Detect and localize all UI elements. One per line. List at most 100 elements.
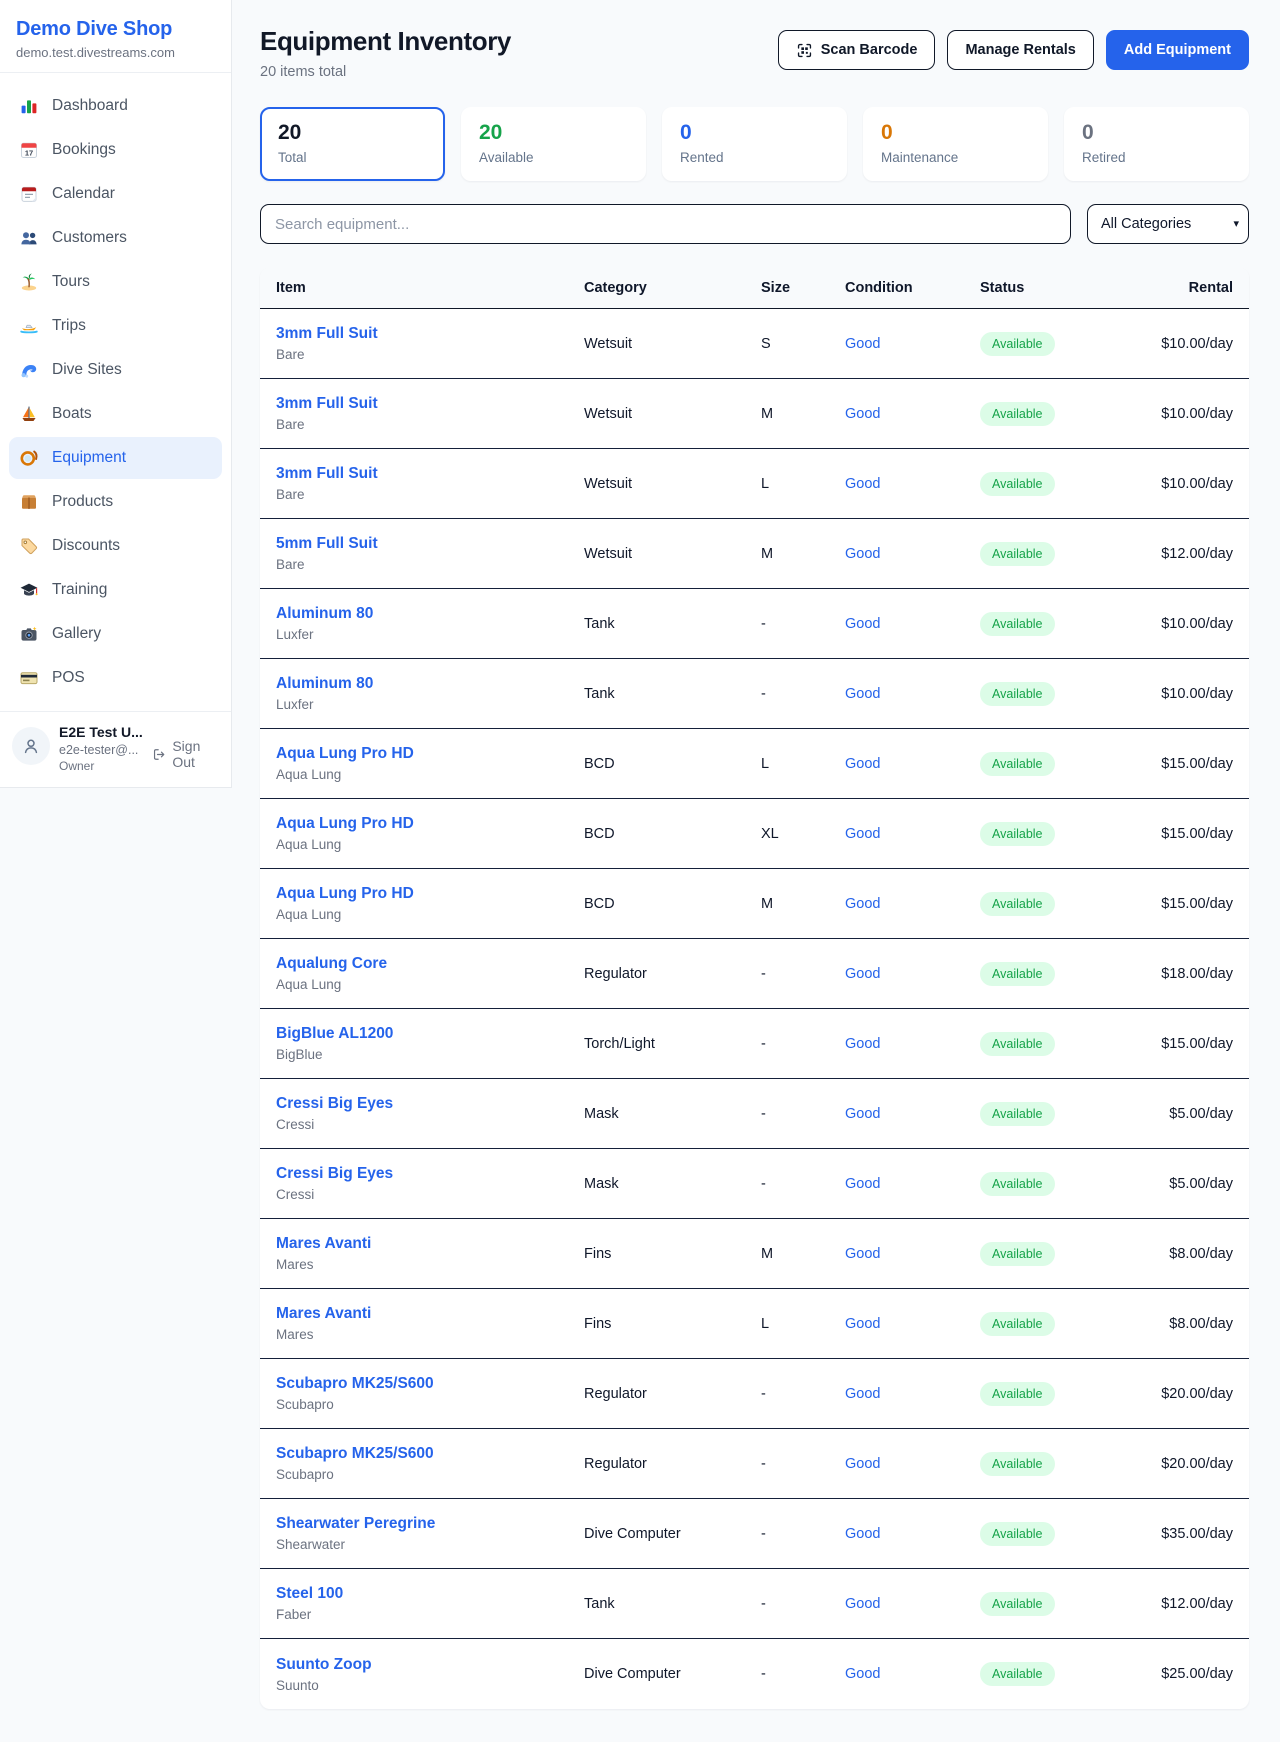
item-condition-link[interactable]: Good bbox=[845, 1526, 980, 1542]
item-name-link[interactable]: Steel 100 bbox=[276, 1585, 584, 1603]
sidebar-item-products[interactable]: Products bbox=[9, 481, 222, 523]
sidebar-item-calendar[interactable]: Calendar bbox=[9, 173, 222, 215]
item-size: - bbox=[761, 686, 845, 702]
stat-value: 0 bbox=[1082, 121, 1231, 145]
item-name-link[interactable]: 3mm Full Suit bbox=[276, 395, 584, 413]
category-select[interactable]: All Categories bbox=[1087, 204, 1249, 244]
item-name-link[interactable]: Shearwater Peregrine bbox=[276, 1515, 584, 1533]
stat-card-total[interactable]: 20 Total bbox=[260, 107, 445, 181]
item-size: S bbox=[761, 336, 845, 352]
table-row: Aqua Lung Pro HD Aqua Lung BCD XL Good A… bbox=[260, 799, 1249, 869]
item-condition-link[interactable]: Good bbox=[845, 336, 980, 352]
item-condition-link[interactable]: Good bbox=[845, 1666, 980, 1682]
item-condition-link[interactable]: Good bbox=[845, 546, 980, 562]
table-row: Aqualung Core Aqua Lung Regulator - Good… bbox=[260, 939, 1249, 1009]
item-brand: Scubapro bbox=[276, 1397, 584, 1412]
item-name-link[interactable]: 3mm Full Suit bbox=[276, 325, 584, 343]
item-condition-link[interactable]: Good bbox=[845, 1176, 980, 1192]
item-condition-link[interactable]: Good bbox=[845, 966, 980, 982]
item-name-link[interactable]: Mares Avanti bbox=[276, 1235, 584, 1253]
item-condition-link[interactable]: Good bbox=[845, 616, 980, 632]
column-rental: Rental bbox=[1140, 280, 1233, 296]
item-condition-link[interactable]: Good bbox=[845, 1386, 980, 1402]
item-condition-link[interactable]: Good bbox=[845, 1036, 980, 1052]
search-row: All Categories ▾ bbox=[260, 204, 1249, 244]
sidebar-item-pos[interactable]: POS bbox=[9, 657, 222, 699]
stat-card-retired[interactable]: 0 Retired bbox=[1064, 107, 1249, 181]
item-name-link[interactable]: Aqua Lung Pro HD bbox=[276, 885, 584, 903]
status-badge: Available bbox=[980, 752, 1055, 776]
item-condition-link[interactable]: Good bbox=[845, 476, 980, 492]
status-badge: Available bbox=[980, 1032, 1055, 1056]
item-condition-link[interactable]: Good bbox=[845, 756, 980, 772]
item-size: M bbox=[761, 1246, 845, 1262]
item-name-link[interactable]: Scubapro MK25/S600 bbox=[276, 1445, 584, 1463]
status-badge: Available bbox=[980, 822, 1055, 846]
item-name-link[interactable]: Aluminum 80 bbox=[276, 605, 584, 623]
table-row: Cressi Big Eyes Cressi Mask - Good Avail… bbox=[260, 1149, 1249, 1219]
item-name-link[interactable]: 5mm Full Suit bbox=[276, 535, 584, 553]
sidebar-item-training[interactable]: Training bbox=[9, 569, 222, 611]
item-rental-rate: $12.00/day bbox=[1140, 1596, 1233, 1612]
item-condition-link[interactable]: Good bbox=[845, 826, 980, 842]
item-rental-rate: $15.00/day bbox=[1140, 756, 1233, 772]
boats-icon bbox=[19, 404, 39, 424]
item-condition-link[interactable]: Good bbox=[845, 1456, 980, 1472]
item-condition-link[interactable]: Good bbox=[845, 686, 980, 702]
item-name-link[interactable]: Cressi Big Eyes bbox=[276, 1165, 584, 1183]
sidebar-item-discounts[interactable]: Discounts bbox=[9, 525, 222, 567]
sidebar-item-dive-sites[interactable]: Dive Sites bbox=[9, 349, 222, 391]
manage-rentals-button[interactable]: Manage Rentals bbox=[947, 30, 1093, 70]
sidebar-item-tours[interactable]: Tours bbox=[9, 261, 222, 303]
item-size: - bbox=[761, 1666, 845, 1682]
customers-icon bbox=[19, 228, 39, 248]
sidebar-item-equipment[interactable]: Equipment bbox=[9, 437, 222, 479]
item-condition-link[interactable]: Good bbox=[845, 1596, 980, 1612]
sign-out-button[interactable]: Sign Out bbox=[152, 738, 219, 770]
stat-card-available[interactable]: 20 Available bbox=[461, 107, 646, 181]
item-name-link[interactable]: Aqualung Core bbox=[276, 955, 584, 973]
item-size: M bbox=[761, 896, 845, 912]
item-name-link[interactable]: 3mm Full Suit bbox=[276, 465, 584, 483]
tours-icon bbox=[19, 272, 39, 292]
item-name-link[interactable]: Mares Avanti bbox=[276, 1305, 584, 1323]
item-rental-rate: $35.00/day bbox=[1140, 1526, 1233, 1542]
sidebar-item-dashboard[interactable]: Dashboard bbox=[9, 85, 222, 127]
item-name-link[interactable]: Suunto Zoop bbox=[276, 1656, 584, 1674]
status-badge: Available bbox=[980, 332, 1055, 356]
status-badge: Available bbox=[980, 542, 1055, 566]
item-name-link[interactable]: Cressi Big Eyes bbox=[276, 1095, 584, 1113]
item-name-link[interactable]: Aqua Lung Pro HD bbox=[276, 745, 584, 763]
discounts-icon bbox=[19, 536, 39, 556]
item-condition-link[interactable]: Good bbox=[845, 1106, 980, 1122]
item-category: Mask bbox=[584, 1176, 761, 1192]
item-name-link[interactable]: Aluminum 80 bbox=[276, 675, 584, 693]
stat-value: 0 bbox=[881, 121, 1030, 145]
item-condition-link[interactable]: Good bbox=[845, 896, 980, 912]
sidebar-item-customers[interactable]: Customers bbox=[9, 217, 222, 259]
item-name-link[interactable]: BigBlue AL1200 bbox=[276, 1025, 584, 1043]
sidebar-item-bookings[interactable]: 17 Bookings bbox=[9, 129, 222, 171]
pos-icon bbox=[19, 668, 39, 688]
item-condition-link[interactable]: Good bbox=[845, 1246, 980, 1262]
item-category: Wetsuit bbox=[584, 336, 761, 352]
stat-card-maintenance[interactable]: 0 Maintenance bbox=[863, 107, 1048, 181]
sidebar-item-trips[interactable]: Trips bbox=[9, 305, 222, 347]
item-rental-rate: $10.00/day bbox=[1140, 686, 1233, 702]
item-condition-link[interactable]: Good bbox=[845, 1316, 980, 1332]
sidebar-item-gallery[interactable]: Gallery bbox=[9, 613, 222, 655]
item-brand: Cressi bbox=[276, 1117, 584, 1132]
scan-barcode-button[interactable]: Scan Barcode bbox=[778, 30, 936, 70]
search-input[interactable] bbox=[260, 204, 1071, 244]
item-size: - bbox=[761, 1386, 845, 1402]
add-equipment-button[interactable]: Add Equipment bbox=[1106, 30, 1249, 70]
item-brand: Cressi bbox=[276, 1187, 584, 1202]
item-brand: Mares bbox=[276, 1257, 584, 1272]
item-name-link[interactable]: Aqua Lung Pro HD bbox=[276, 815, 584, 833]
item-condition-link[interactable]: Good bbox=[845, 406, 980, 422]
stat-card-rented[interactable]: 0 Rented bbox=[662, 107, 847, 181]
sidebar-item-boats[interactable]: Boats bbox=[9, 393, 222, 435]
item-name-link[interactable]: Scubapro MK25/S600 bbox=[276, 1375, 584, 1393]
item-rental-rate: $15.00/day bbox=[1140, 1036, 1233, 1052]
item-rental-rate: $15.00/day bbox=[1140, 896, 1233, 912]
